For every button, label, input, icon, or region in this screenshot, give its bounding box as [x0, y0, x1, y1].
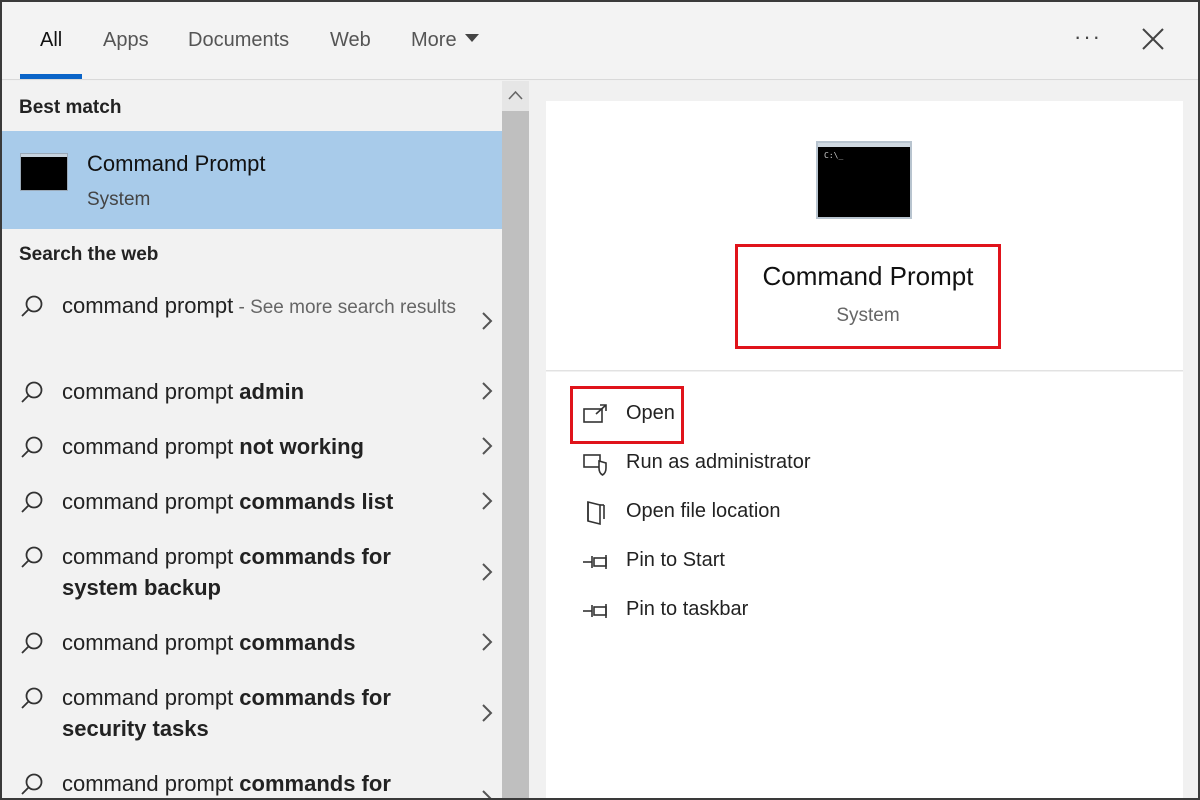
- chevron-right-icon: [482, 437, 493, 455]
- open-external-icon: [583, 404, 607, 423]
- pin-to-start-label: Pin to Start: [626, 549, 725, 571]
- web-result-item[interactable]: command prompt commands for: [2, 768, 502, 798]
- web-result-item[interactable]: command prompt not working: [2, 431, 502, 465]
- highlight-box: Command Prompt System: [735, 244, 1001, 349]
- chevron-right-icon: [482, 633, 493, 651]
- scroll-up-button[interactable]: [502, 81, 529, 111]
- web-result-text: command prompt - See more search results: [62, 293, 456, 318]
- more-options-button[interactable]: ···: [1074, 24, 1102, 50]
- action-list: Open Run as administrator Open file loca…: [546, 372, 1183, 798]
- web-result-item[interactable]: command prompt commands for system backu…: [2, 541, 502, 605]
- command-prompt-app-icon: [20, 153, 68, 191]
- command-prompt-large-icon: C:\_: [816, 141, 912, 219]
- search-icon: [21, 546, 43, 568]
- best-match-subtitle: System: [87, 189, 151, 210]
- detail-subtitle: System: [836, 305, 900, 326]
- web-result-item[interactable]: command prompt commands: [2, 627, 502, 661]
- tab-web[interactable]: Web: [330, 28, 371, 58]
- pin-icon: [583, 604, 607, 618]
- chevron-right-icon: [482, 382, 493, 400]
- folder-location-icon: [587, 500, 605, 526]
- pin-icon: [583, 555, 607, 569]
- shield-icon: [583, 454, 607, 476]
- web-result-text: command prompt commands for: [62, 771, 391, 796]
- search-icon: [21, 491, 43, 513]
- tab-documents[interactable]: Documents: [188, 28, 289, 58]
- web-result-item[interactable]: command prompt commands for security tas…: [2, 682, 502, 746]
- best-match-heading: Best match: [19, 97, 122, 118]
- app-detail-card: C:\_ Command Prompt System: [546, 101, 1183, 371]
- chevron-right-icon: [482, 790, 492, 798]
- search-icon: [21, 436, 43, 458]
- web-result-text: command prompt commands: [62, 630, 356, 655]
- search-window: All Apps Documents Web More ··· Best mat…: [0, 0, 1200, 800]
- pin-to-taskbar-label: Pin to taskbar: [626, 598, 749, 620]
- run-as-admin-label: Run as administrator: [626, 451, 811, 473]
- search-web-heading: Search the web: [19, 244, 159, 265]
- chevron-right-icon: [482, 704, 493, 722]
- open-file-location-label: Open file location: [626, 500, 781, 522]
- active-tab-indicator: [20, 74, 82, 79]
- caret-down-icon: [464, 34, 479, 42]
- open-label: Open: [626, 402, 675, 424]
- best-match-title: Command Prompt: [87, 151, 266, 176]
- web-result-text: command prompt commands for security tas…: [62, 685, 391, 741]
- web-result-item[interactable]: command prompt - See more search results: [2, 290, 502, 354]
- results-scrollbar[interactable]: [502, 81, 529, 798]
- search-icon: [21, 773, 43, 795]
- tab-all[interactable]: All: [40, 28, 62, 58]
- web-result-text: command prompt commands list: [62, 489, 394, 514]
- results-panel: Best match Command Prompt System Search …: [2, 81, 502, 798]
- close-icon[interactable]: [1140, 26, 1166, 52]
- search-icon: [21, 381, 43, 403]
- tab-more-label: More: [411, 29, 457, 51]
- tab-apps[interactable]: Apps: [103, 28, 149, 58]
- chevron-right-icon: [482, 312, 493, 330]
- search-icon: [21, 632, 43, 654]
- filter-tab-bar: All Apps Documents Web More ···: [2, 2, 1198, 80]
- detail-panel: C:\_ Command Prompt System Open Run as a…: [529, 81, 1198, 798]
- tab-more[interactable]: More: [411, 28, 479, 58]
- web-result-text: command prompt admin: [62, 379, 305, 404]
- web-result-text: command prompt not working: [62, 434, 364, 459]
- best-match-item[interactable]: Command Prompt System: [2, 131, 502, 229]
- detail-title: Command Prompt: [762, 261, 974, 291]
- chevron-right-icon: [482, 563, 493, 581]
- web-result-item[interactable]: command prompt commands list: [2, 486, 502, 520]
- scroll-thumb[interactable]: [502, 111, 529, 798]
- web-result-item[interactable]: command prompt admin: [2, 376, 502, 410]
- search-icon: [21, 687, 43, 709]
- web-result-text: command prompt commands for system backu…: [62, 544, 391, 600]
- chevron-right-icon: [482, 492, 493, 510]
- search-icon: [21, 295, 43, 317]
- chevron-up-icon: [508, 90, 523, 100]
